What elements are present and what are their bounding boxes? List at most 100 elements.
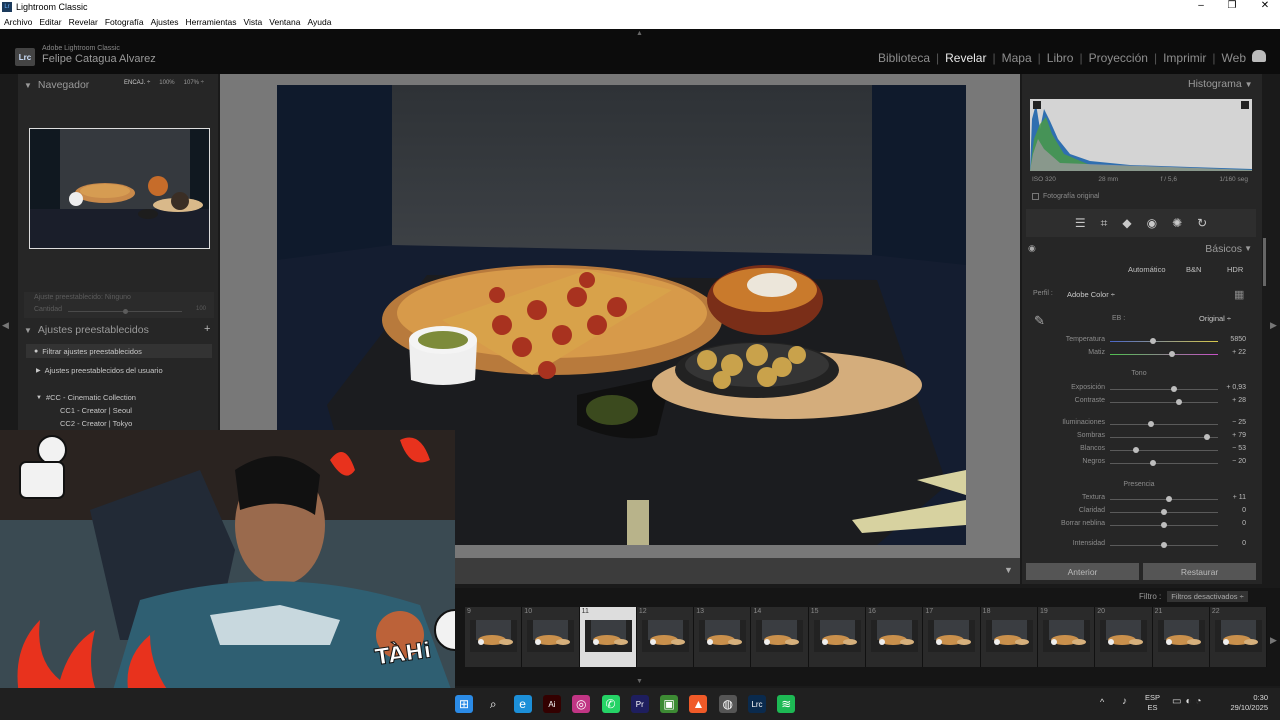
slider-track[interactable] — [1110, 499, 1218, 500]
navigator-preview[interactable] — [29, 128, 210, 249]
maximize-button[interactable]: ❐ — [1217, 0, 1247, 11]
premiere-icon[interactable]: Pr — [630, 695, 649, 713]
slider-value[interactable]: + 0,93 — [1226, 384, 1246, 391]
tray-system-icons[interactable]: ▭◐◔ — [1172, 696, 1206, 707]
module-revelar[interactable]: Revelar — [945, 51, 986, 65]
slider-track[interactable] — [1110, 389, 1218, 390]
instagram-icon[interactable]: ◎ — [572, 695, 591, 713]
menu-editar[interactable]: Editar — [39, 17, 61, 27]
menu-ajustes[interactable]: Ajustes — [151, 17, 179, 27]
chrome-icon[interactable]: ◍ — [718, 695, 737, 713]
slider-track[interactable] — [1110, 450, 1218, 451]
bw-button[interactable]: B&N — [1186, 265, 1201, 274]
slider-knob[interactable] — [1132, 447, 1139, 453]
brave-icon[interactable]: ▲ — [689, 695, 708, 713]
hdr-button[interactable]: HDR — [1227, 265, 1243, 274]
eye-icon[interactable]: ◉ — [1028, 243, 1036, 254]
slider-value[interactable]: + 79 — [1232, 432, 1246, 439]
close-button[interactable]: ✕ — [1250, 0, 1280, 11]
heal-icon[interactable]: ◆ — [1122, 216, 1131, 230]
preset-qty-knob[interactable] — [123, 309, 128, 314]
sliders-icon[interactable]: ☰ — [1075, 216, 1086, 230]
slider-exposición[interactable]: Exposición + 0,93 — [1030, 384, 1248, 394]
module-proyeccion[interactable]: Proyección — [1089, 51, 1148, 65]
preset-item[interactable]: CC1 - Creator | Seoul — [60, 406, 132, 415]
whatsapp-icon[interactable]: ✆ — [601, 695, 620, 713]
slider-knob[interactable] — [1168, 351, 1175, 357]
slider-knob[interactable] — [1148, 421, 1155, 427]
module-web[interactable]: Web — [1222, 51, 1246, 65]
filmstrip-thumb[interactable]: 16 — [866, 607, 924, 667]
slider-track[interactable] — [1110, 424, 1218, 425]
slider-value[interactable]: + 28 — [1232, 397, 1246, 404]
menu-fotografia[interactable]: Fotografía — [105, 17, 144, 27]
slider-value[interactable]: − 25 — [1232, 419, 1246, 426]
slider-knob[interactable] — [1204, 434, 1211, 440]
toolbar-menu-arrow-icon[interactable]: ▼ — [1004, 565, 1013, 575]
filmstrip-thumb[interactable]: 22 — [1209, 607, 1268, 667]
preset-item[interactable]: CC2 - Creator | Tokyo — [60, 419, 132, 428]
basic-header[interactable]: ◉ Básicos ▼ — [1026, 241, 1256, 257]
wb-select[interactable]: Original ÷ — [1199, 314, 1231, 323]
slider-iluminaciones[interactable]: Iluminaciones − 25 — [1030, 419, 1248, 429]
left-panel-toggle-icon[interactable]: ◀ — [2, 320, 9, 331]
slider-knob[interactable] — [1161, 522, 1167, 528]
slider-contraste[interactable]: Contraste + 28 — [1030, 397, 1248, 407]
filmstrip-thumb[interactable]: 21 — [1152, 607, 1210, 667]
zoom-fit[interactable]: ENCAJ. ÷ — [124, 80, 150, 86]
slider-negros[interactable]: Negros − 20 — [1030, 458, 1248, 468]
slider-value[interactable]: + 11 — [1233, 494, 1246, 501]
cloud-sync-icon[interactable] — [1252, 50, 1266, 62]
collapse-top-arrow-icon[interactable]: ▲ — [636, 30, 643, 37]
redeye-icon[interactable]: ◉ — [1147, 216, 1157, 230]
zoom-100[interactable]: 100% — [159, 80, 174, 86]
right-panel-scrollbar[interactable] — [1263, 238, 1266, 286]
slider-track[interactable] — [1110, 437, 1218, 438]
filmstrip-thumb[interactable]: 12 — [636, 607, 695, 667]
right-panel-toggle-icon[interactable]: ▶ — [1270, 320, 1277, 331]
slider-borrar-neblina[interactable]: Borrar neblina 0 — [1030, 520, 1248, 530]
slider-track[interactable] — [1110, 341, 1218, 342]
histogram-header[interactable]: Histograma ▼ — [1188, 78, 1253, 90]
edge-icon[interactable]: e — [513, 695, 532, 713]
filmstrip-thumb[interactable]: 19 — [1037, 607, 1096, 667]
filmstrip-thumb[interactable]: 20 — [1095, 607, 1153, 667]
profile-select[interactable]: Adobe Color ÷ — [1067, 290, 1115, 299]
filmstrip-thumb[interactable]: 11 — [579, 607, 637, 667]
filmstrip-thumb[interactable]: 10 — [522, 607, 580, 667]
reset-button[interactable]: Restaurar — [1143, 563, 1256, 580]
filmstrip-thumb[interactable]: 15 — [808, 607, 867, 667]
slider-matiz[interactable]: Matiz + 22 — [1030, 349, 1248, 359]
minimize-button[interactable]: – — [1186, 0, 1216, 11]
clock[interactable]: 0:30 29/10/2025 — [1222, 693, 1268, 713]
slider-knob[interactable] — [1166, 496, 1173, 502]
slider-value[interactable]: − 53 — [1232, 445, 1246, 452]
histogram[interactable] — [1030, 99, 1252, 171]
menu-ventana[interactable]: Ventana — [269, 17, 300, 27]
slider-value[interactable]: 5850 — [1230, 336, 1246, 343]
slider-knob[interactable] — [1161, 542, 1167, 548]
slider-value[interactable]: 0 — [1242, 540, 1246, 547]
slider-value[interactable]: 0 — [1242, 520, 1246, 527]
menu-ayuda[interactable]: Ayuda — [307, 17, 331, 27]
collapse-bottom-arrow-icon[interactable]: ▼ — [636, 678, 643, 685]
previous-button[interactable]: Anterior — [1026, 563, 1139, 580]
user-presets-folder[interactable]: ▶ Ajustes preestablecidos del usuario — [36, 366, 163, 375]
slider-track[interactable] — [1110, 402, 1218, 403]
filmstrip-thumb[interactable]: 17 — [923, 607, 981, 667]
add-preset-button[interactable]: + — [204, 323, 210, 335]
slider-track[interactable] — [1110, 354, 1218, 355]
slider-value[interactable]: 0 — [1242, 507, 1246, 514]
menu-herramientas[interactable]: Herramientas — [185, 17, 236, 27]
illustrator-icon[interactable]: Ai — [542, 695, 561, 713]
lightroom-icon[interactable]: Lrc — [748, 695, 766, 713]
eyedropper-icon[interactable]: ✎ — [1034, 313, 1045, 329]
spotify-icon[interactable]: ≋ — [777, 695, 796, 713]
filter-select[interactable]: Filtros desactivados ÷ — [1167, 591, 1248, 602]
menu-vista[interactable]: Vista — [244, 17, 263, 27]
filmstrip-thumb[interactable]: 9 — [465, 607, 523, 667]
preset-filter-input[interactable]: ● Filtrar ajustes preestablecidos — [26, 344, 212, 358]
slider-textura[interactable]: Textura + 11 — [1030, 494, 1248, 504]
search-icon[interactable]: ⌕ — [484, 695, 502, 713]
slider-knob[interactable] — [1170, 386, 1177, 392]
